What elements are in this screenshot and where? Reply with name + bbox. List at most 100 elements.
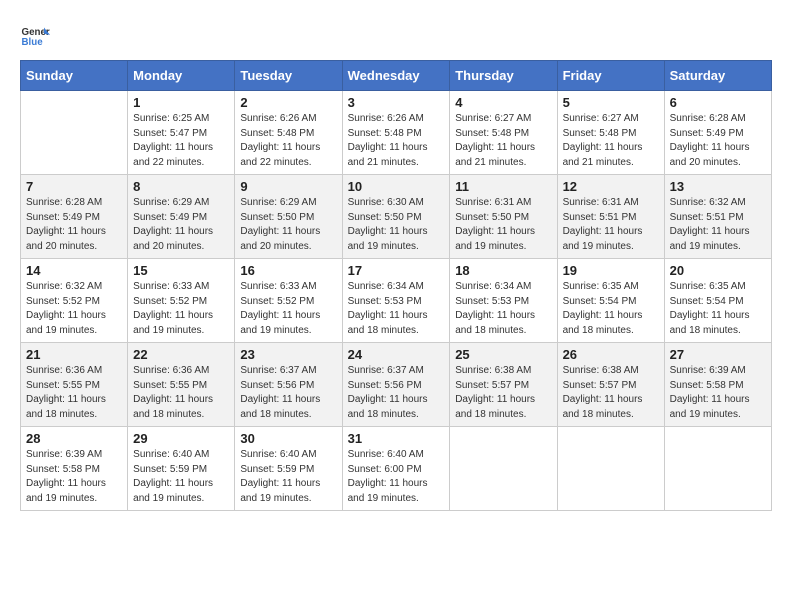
day-number: 24 [348,347,445,362]
header-day-friday: Friday [557,61,664,91]
day-number: 3 [348,95,445,110]
calendar-cell: 8 Sunrise: 6:29 AM Sunset: 5:49 PM Daylig… [128,175,235,259]
day-number: 2 [240,95,336,110]
page-header: General Blue [20,20,772,50]
day-number: 14 [26,263,122,278]
day-number: 6 [670,95,766,110]
calendar-cell [450,427,557,511]
day-info: Sunrise: 6:38 AM Sunset: 5:57 PM Dayligh… [563,364,659,422]
calendar-body: 1Sunrise: 6:25 AM Sunset: 5:47 PM Daylig… [21,91,772,511]
day-number: 1 [133,95,229,110]
day-info: Sunrise: 6:28 AM Sunset: 5:49 PM Dayligh… [26,196,122,254]
calendar-cell: 25 Sunrise: 6:38 AM Sunset: 5:57 PM Dayli… [450,343,557,427]
calendar-week-2: 7 Sunrise: 6:28 AM Sunset: 5:49 PM Daylig… [21,175,772,259]
header-day-sunday: Sunday [21,61,128,91]
day-info: Sunrise: 6:31 AM Sunset: 5:50 PM Dayligh… [455,196,551,254]
day-info: Sunrise: 6:31 AM Sunset: 5:51 PM Dayligh… [563,196,659,254]
calendar-cell: 18 Sunrise: 6:34 AM Sunset: 5:53 PM Dayli… [450,259,557,343]
day-number: 7 [26,179,122,194]
header-day-tuesday: Tuesday [235,61,342,91]
day-number: 18 [455,263,551,278]
logo: General Blue [20,20,50,50]
day-number: 9 [240,179,336,194]
day-number: 20 [670,263,766,278]
calendar-cell: 6 Sunrise: 6:28 AM Sunset: 5:49 PM Daylig… [664,91,771,175]
day-info: Sunrise: 6:33 AM Sunset: 5:52 PM Dayligh… [240,280,336,338]
calendar-week-3: 14 Sunrise: 6:32 AM Sunset: 5:52 PM Dayli… [21,259,772,343]
calendar-cell: 17 Sunrise: 6:34 AM Sunset: 5:53 PM Dayli… [342,259,450,343]
day-info: Sunrise: 6:39 AM Sunset: 5:58 PM Dayligh… [26,448,122,506]
header-day-monday: Monday [128,61,235,91]
day-info: Sunrise: 6:32 AM Sunset: 5:52 PM Dayligh… [26,280,122,338]
day-number: 17 [348,263,445,278]
day-info: Sunrise: 6:30 AM Sunset: 5:50 PM Dayligh… [348,196,445,254]
day-info: Sunrise: 6:36 AM Sunset: 5:55 PM Dayligh… [26,364,122,422]
day-number: 4 [455,95,551,110]
header-day-thursday: Thursday [450,61,557,91]
calendar-cell: 2 Sunrise: 6:26 AM Sunset: 5:48 PM Daylig… [235,91,342,175]
day-info: Sunrise: 6:34 AM Sunset: 5:53 PM Dayligh… [348,280,445,338]
day-number: 15 [133,263,229,278]
calendar-cell: 23 Sunrise: 6:37 AM Sunset: 5:56 PM Dayli… [235,343,342,427]
day-number: 27 [670,347,766,362]
calendar-cell: 28 Sunrise: 6:39 AM Sunset: 5:58 PM Dayli… [21,427,128,511]
day-number: 16 [240,263,336,278]
calendar-week-1: 1Sunrise: 6:25 AM Sunset: 5:47 PM Daylig… [21,91,772,175]
calendar-week-4: 21 Sunrise: 6:36 AM Sunset: 5:55 PM Dayli… [21,343,772,427]
calendar-cell: 19 Sunrise: 6:35 AM Sunset: 5:54 PM Dayli… [557,259,664,343]
calendar-cell: 14 Sunrise: 6:32 AM Sunset: 5:52 PM Dayli… [21,259,128,343]
day-info: Sunrise: 6:26 AM Sunset: 5:48 PM Dayligh… [348,112,445,170]
calendar-cell: 31Sunrise: 6:40 AM Sunset: 6:00 PM Dayli… [342,427,450,511]
day-info: Sunrise: 6:34 AM Sunset: 5:53 PM Dayligh… [455,280,551,338]
day-number: 5 [563,95,659,110]
day-number: 26 [563,347,659,362]
day-number: 13 [670,179,766,194]
calendar-cell [664,427,771,511]
day-number: 12 [563,179,659,194]
day-number: 29 [133,431,229,446]
day-info: Sunrise: 6:33 AM Sunset: 5:52 PM Dayligh… [133,280,229,338]
day-number: 23 [240,347,336,362]
calendar-cell: 5 Sunrise: 6:27 AM Sunset: 5:48 PM Daylig… [557,91,664,175]
header-day-saturday: Saturday [664,61,771,91]
day-info: Sunrise: 6:40 AM Sunset: 5:59 PM Dayligh… [240,448,336,506]
day-info: Sunrise: 6:38 AM Sunset: 5:57 PM Dayligh… [455,364,551,422]
day-info: Sunrise: 6:29 AM Sunset: 5:49 PM Dayligh… [133,196,229,254]
calendar-cell [21,91,128,175]
day-info: Sunrise: 6:26 AM Sunset: 5:48 PM Dayligh… [240,112,336,170]
calendar-cell: 30 Sunrise: 6:40 AM Sunset: 5:59 PM Dayli… [235,427,342,511]
calendar-week-5: 28 Sunrise: 6:39 AM Sunset: 5:58 PM Dayli… [21,427,772,511]
header-row: SundayMondayTuesdayWednesdayThursdayFrid… [21,61,772,91]
day-info: Sunrise: 6:36 AM Sunset: 5:55 PM Dayligh… [133,364,229,422]
calendar-cell: 3 Sunrise: 6:26 AM Sunset: 5:48 PM Daylig… [342,91,450,175]
day-info: Sunrise: 6:35 AM Sunset: 5:54 PM Dayligh… [563,280,659,338]
day-info: Sunrise: 6:40 AM Sunset: 5:59 PM Dayligh… [133,448,229,506]
calendar-table: SundayMondayTuesdayWednesdayThursdayFrid… [20,60,772,511]
calendar-cell: 13Sunrise: 6:32 AM Sunset: 5:51 PM Dayli… [664,175,771,259]
day-number: 25 [455,347,551,362]
day-number: 21 [26,347,122,362]
day-number: 10 [348,179,445,194]
header-day-wednesday: Wednesday [342,61,450,91]
calendar-cell: 20Sunrise: 6:35 AM Sunset: 5:54 PM Dayli… [664,259,771,343]
logo-icon: General Blue [20,20,50,50]
day-number: 19 [563,263,659,278]
day-info: Sunrise: 6:37 AM Sunset: 5:56 PM Dayligh… [348,364,445,422]
day-info: Sunrise: 6:40 AM Sunset: 6:00 PM Dayligh… [348,448,445,506]
day-info: Sunrise: 6:29 AM Sunset: 5:50 PM Dayligh… [240,196,336,254]
calendar-cell: 4Sunrise: 6:27 AM Sunset: 5:48 PM Daylig… [450,91,557,175]
day-number: 22 [133,347,229,362]
calendar-cell: 9 Sunrise: 6:29 AM Sunset: 5:50 PM Daylig… [235,175,342,259]
calendar-cell [557,427,664,511]
day-number: 30 [240,431,336,446]
day-info: Sunrise: 6:27 AM Sunset: 5:48 PM Dayligh… [563,112,659,170]
calendar-header: SundayMondayTuesdayWednesdayThursdayFrid… [21,61,772,91]
calendar-cell: 11 Sunrise: 6:31 AM Sunset: 5:50 PM Dayli… [450,175,557,259]
calendar-cell: 24 Sunrise: 6:37 AM Sunset: 5:56 PM Dayli… [342,343,450,427]
day-number: 28 [26,431,122,446]
day-number: 8 [133,179,229,194]
day-info: Sunrise: 6:37 AM Sunset: 5:56 PM Dayligh… [240,364,336,422]
day-info: Sunrise: 6:28 AM Sunset: 5:49 PM Dayligh… [670,112,766,170]
calendar-cell: 21 Sunrise: 6:36 AM Sunset: 5:55 PM Dayli… [21,343,128,427]
day-number: 11 [455,179,551,194]
